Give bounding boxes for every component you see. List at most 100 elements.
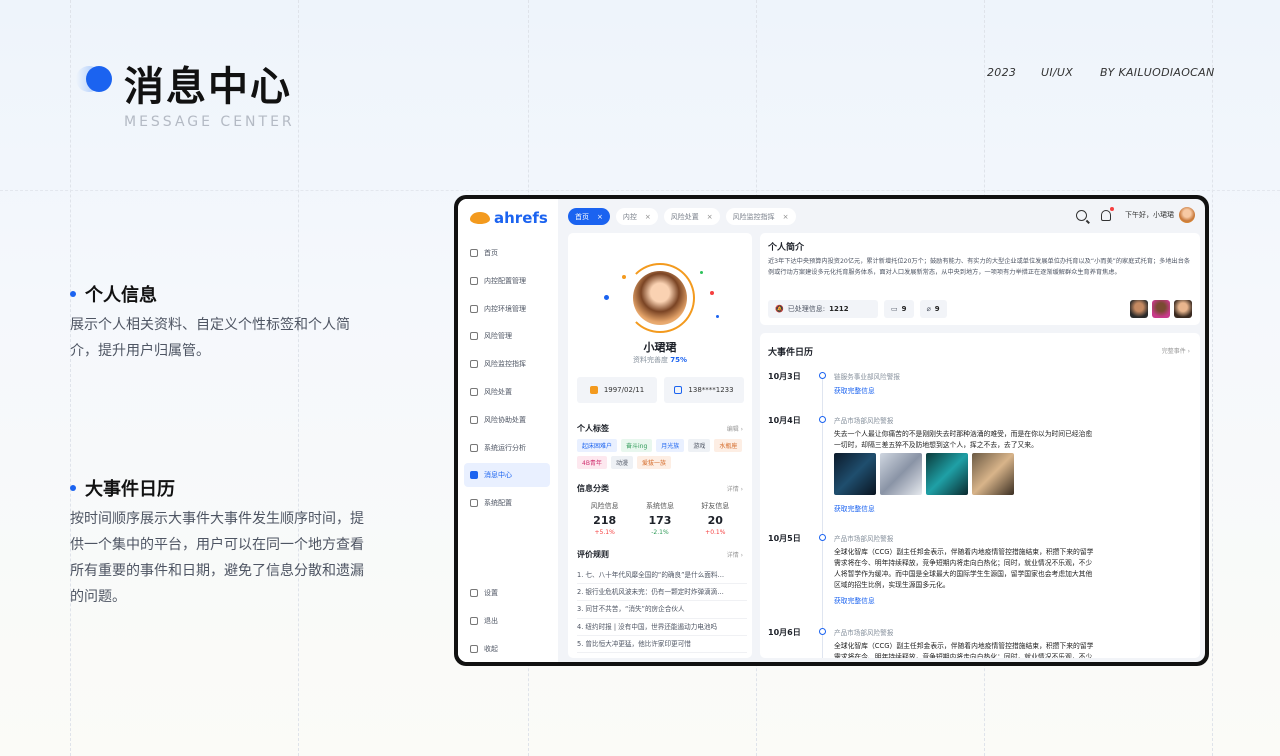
user-menu[interactable]: 下午好，小珺珺 bbox=[1125, 207, 1195, 223]
event-image[interactable] bbox=[972, 453, 1014, 495]
sidebar-item[interactable]: 首页 bbox=[464, 241, 550, 265]
sidebar-item-label: 消息中心 bbox=[484, 471, 512, 480]
sidebar-item[interactable]: 退出 bbox=[464, 609, 550, 633]
avatar[interactable] bbox=[1130, 300, 1148, 318]
tab[interactable]: 风险监控指挥 × bbox=[725, 208, 796, 225]
sidebar-item[interactable]: 风险处置 bbox=[464, 380, 550, 404]
close-icon[interactable]: × bbox=[597, 213, 603, 221]
section-desc-calendar: 按时间顺序展示大事件大事件发生顺序时间，提供一个集中的平台，用户可以在同一个地方… bbox=[70, 511, 364, 605]
comments-pill[interactable]: ▭ 9 bbox=[884, 300, 914, 318]
bell-icon[interactable] bbox=[1101, 206, 1114, 221]
nav-icon bbox=[470, 617, 478, 625]
app-logo[interactable]: ahrefs bbox=[470, 209, 548, 227]
rule-item[interactable]: 5. 曾比恒大冲更猛，他比许家印更可惜 bbox=[577, 636, 747, 653]
profile-avatar[interactable] bbox=[625, 263, 695, 333]
event-detail-link[interactable]: 获取完整信息 bbox=[834, 595, 875, 605]
avatar bbox=[633, 271, 687, 325]
sidebar-item[interactable]: 内控配置管理 bbox=[464, 269, 550, 293]
profile-tag[interactable]: 动漫 bbox=[610, 456, 633, 469]
sidebar-item-label: 内控配置管理 bbox=[484, 276, 526, 285]
search-icon[interactable] bbox=[1076, 209, 1087, 221]
nav-icon bbox=[470, 499, 478, 508]
tab-bar: 首页 × 内控 × 风险处置 × 风险监控指挥 × bbox=[568, 208, 796, 225]
profile-tag[interactable]: 月光族 bbox=[656, 439, 685, 452]
rule-item[interactable]: 4. 纽约时报 | 没有中国，世界还能遏动力电池吗 bbox=[577, 619, 747, 636]
profile-tag[interactable]: 水瓶座 bbox=[714, 439, 743, 452]
close-icon[interactable]: × bbox=[645, 213, 651, 221]
sidebar-item[interactable]: 风险管理 bbox=[464, 324, 550, 348]
tag-list: 起床困难户 奋斗ing 月光族 游戏 水瓶座 4B青年 动漫 爱拔一族 bbox=[577, 439, 747, 469]
sidebar-item[interactable]: 风险监控指挥 bbox=[464, 352, 550, 376]
rule-item[interactable]: 3. 同甘不共苦，“消失”的房企合伙人 bbox=[577, 601, 747, 619]
timeline-dot-icon bbox=[819, 628, 826, 635]
event-image[interactable] bbox=[926, 453, 968, 495]
decor-dot bbox=[710, 291, 714, 295]
device-frame: ahrefs 首页内控配置管理内控环境管理 风险管理风险监控指挥 风险处置风险协助处… bbox=[454, 195, 1209, 666]
cake-icon bbox=[589, 386, 598, 394]
profile-tag[interactable]: 奋斗ing bbox=[621, 439, 653, 452]
stat-label: 系统信息 bbox=[645, 502, 674, 510]
avatar[interactable] bbox=[1152, 300, 1170, 318]
nav-icon bbox=[470, 360, 478, 369]
stat-delta: -2.1% bbox=[651, 529, 669, 536]
tab[interactable]: 内控 × bbox=[615, 208, 658, 225]
rule-item[interactable]: 2. 银行业危机风波未完：仍有一颗定时炸弹滴滴… bbox=[577, 584, 747, 602]
stat-label: 好友信息 bbox=[701, 502, 730, 510]
event-image[interactable] bbox=[880, 453, 922, 495]
stat-value: 20 bbox=[707, 514, 723, 527]
stats-detail-link[interactable]: 详情 › bbox=[727, 484, 743, 493]
avatar[interactable] bbox=[1174, 300, 1192, 318]
nav-icon bbox=[470, 471, 478, 480]
sidebar-item[interactable]: 风险协助处置 bbox=[464, 408, 550, 432]
sidebar-item-label: 系统配置 bbox=[484, 499, 512, 508]
section-title-calendar: 大事件日历 bbox=[70, 475, 175, 501]
profile-tag[interactable]: 游戏 bbox=[688, 439, 711, 452]
stat-item[interactable]: 系统信息 173 -2.1% bbox=[646, 501, 674, 536]
stats-title: 信息分类 bbox=[577, 484, 609, 493]
timeline-dot-icon bbox=[819, 416, 826, 423]
rules-title: 评价规则 bbox=[577, 550, 609, 559]
intro-title: 个人简介 bbox=[768, 243, 805, 253]
attachments-pill[interactable]: ⌀ 9 bbox=[919, 300, 947, 318]
section-title-profile: 个人信息 bbox=[70, 281, 157, 307]
guide-line bbox=[70, 0, 71, 756]
tab[interactable]: 风险处置 × bbox=[663, 208, 720, 225]
sidebar-item[interactable]: 内控环境管理 bbox=[464, 297, 550, 321]
stat-item[interactable]: 风险信息 218 +5.1% bbox=[591, 501, 619, 536]
rule-item[interactable]: 1. 七、八十年代风靡全国的“的确良”是什么面料… bbox=[577, 567, 747, 585]
sidebar: ahrefs 首页内控配置管理内控环境管理 风险管理风险监控指挥 风险处置风险协助处… bbox=[458, 199, 558, 662]
sidebar-item-label: 首页 bbox=[484, 249, 498, 257]
comment-icon: ▭ bbox=[891, 305, 898, 313]
sidebar-item[interactable]: 设置 bbox=[464, 581, 550, 605]
close-icon[interactable]: × bbox=[707, 213, 713, 221]
stat-delta: +5.1% bbox=[594, 529, 615, 536]
sidebar-item[interactable]: 收起 bbox=[464, 637, 550, 661]
profile-completeness: 资料完善度 75% bbox=[633, 356, 687, 364]
event-detail-link[interactable]: 获取完整信息 bbox=[834, 503, 875, 513]
meta-author: BY KAILUODIAOCAN bbox=[1100, 66, 1215, 79]
sidebar-item[interactable]: 消息中心 bbox=[464, 463, 550, 488]
tab[interactable]: 首页 × bbox=[568, 208, 610, 225]
sidebar-item[interactable]: 系统配置 bbox=[464, 491, 550, 515]
tags-edit-link[interactable]: 编辑 › bbox=[727, 424, 743, 433]
event-image[interactable] bbox=[834, 453, 876, 495]
sidebar-item[interactable]: 系统运行分析 bbox=[464, 436, 550, 460]
sidebar-item-label: 风险协助处置 bbox=[484, 415, 526, 424]
guide-line bbox=[298, 0, 299, 756]
profile-tag[interactable]: 4B青年 bbox=[577, 456, 607, 469]
nav-icon bbox=[470, 443, 478, 452]
close-icon[interactable]: × bbox=[783, 213, 789, 221]
event-detail-link[interactable]: 获取完整信息 bbox=[834, 385, 875, 395]
contact-avatars bbox=[1130, 300, 1192, 318]
tab-label: 首页 bbox=[575, 212, 589, 221]
tags-title: 个人标签 bbox=[577, 424, 609, 433]
profile-tag[interactable]: 起床困难户 bbox=[577, 439, 618, 452]
calendar-more-link[interactable]: 完整事件 › bbox=[1162, 346, 1190, 355]
stat-item[interactable]: 好友信息 20 +0.1% bbox=[701, 501, 729, 536]
decor-dot bbox=[716, 315, 719, 318]
rules-detail-link[interactable]: 详情 › bbox=[727, 550, 743, 559]
phone-box: 138****1233 bbox=[664, 377, 744, 403]
profile-tag[interactable]: 爱拔一族 bbox=[636, 456, 671, 469]
sidebar-item-label: 退出 bbox=[484, 617, 498, 625]
sidebar-item-label: 设置 bbox=[484, 589, 498, 597]
